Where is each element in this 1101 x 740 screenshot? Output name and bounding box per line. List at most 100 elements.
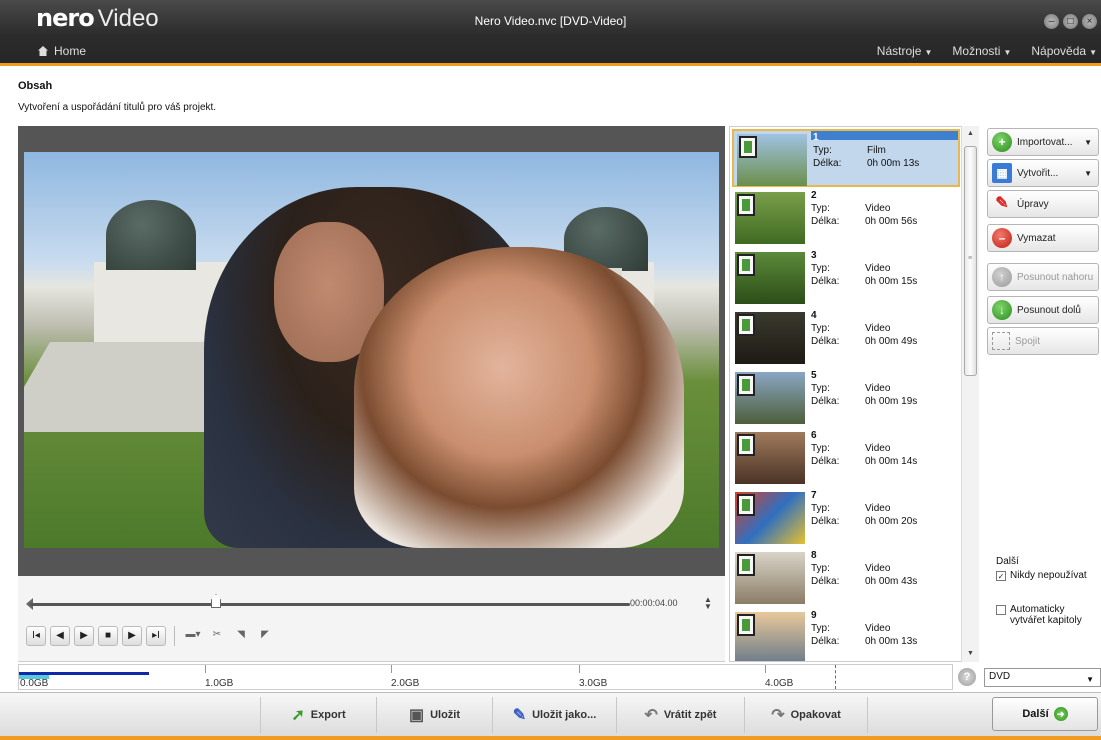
capacity-label: 4.0GB [765, 678, 794, 689]
list-item[interactable]: 6 Typ: Video Délka: 0h 00m 14s [732, 429, 960, 487]
list-item[interactable]: 2 Typ: Video Délka: 0h 00m 56s [732, 189, 960, 247]
thumbnail [735, 492, 805, 544]
list-item[interactable]: 4 Typ: Video Délka: 0h 00m 49s [732, 309, 960, 367]
home-icon [38, 46, 48, 56]
capacity-label: 3.0GB [579, 678, 608, 689]
save-as-button[interactable]: ✎ Uložit jako... [492, 697, 616, 733]
list-item[interactable]: 5 Typ: Video Délka: 0h 00m 19s [732, 369, 960, 427]
video-frame[interactable] [24, 152, 719, 548]
options-title: Další [996, 556, 1019, 567]
title-number: 1 [813, 132, 819, 143]
scroll-down-icon[interactable]: ▼ [962, 646, 979, 662]
list-scrollbar[interactable]: ▲ ≡ ▼ [961, 126, 979, 662]
scissors-icon[interactable]: ✂ [207, 626, 227, 646]
list-item[interactable]: 9 Typ: Video Délka: 0h 00m 13s [732, 609, 960, 661]
thumbnail [735, 312, 805, 364]
seek-handle[interactable] [211, 594, 221, 608]
list-item[interactable]: 3 Typ: Video Délka: 0h 00m 15s [732, 249, 960, 307]
title-number: 2 [811, 190, 817, 201]
marker-out-icon[interactable]: ◤ [255, 626, 275, 646]
checkbox-icon[interactable]: ✓ [996, 571, 1006, 581]
length-label: Délka: [811, 276, 840, 287]
go-to-end-icon[interactable]: ▸I [146, 626, 166, 646]
step-back-icon[interactable]: ◀ [50, 626, 70, 646]
move-up-button[interactable]: ↑ Posunout nahoru [987, 263, 1099, 291]
list-item[interactable]: 8 Typ: Video Délka: 0h 00m 43s [732, 549, 960, 607]
redo-button[interactable]: ↷ Opakovat [744, 697, 868, 733]
menu-options[interactable]: Možnosti ▼ [952, 44, 1011, 58]
seek-bar[interactable] [30, 603, 630, 606]
length-value: 0h 00m 13s [865, 636, 918, 647]
stop-icon[interactable]: ■ [98, 626, 118, 646]
film-icon [737, 494, 755, 516]
length-value: 0h 00m 56s [865, 216, 918, 227]
minimize-icon[interactable]: – [1044, 14, 1059, 29]
type-label: Typ: [811, 383, 830, 394]
undo-button[interactable]: ↶ Vrátit zpět [616, 697, 744, 733]
scroll-up-icon[interactable]: ▲ [962, 126, 979, 142]
thumbnail [735, 372, 805, 424]
capacity-tick [391, 665, 392, 673]
length-value: 0h 00m 15s [865, 276, 918, 287]
play-icon[interactable]: ▶ [74, 626, 94, 646]
length-label: Délka: [811, 456, 840, 467]
disc-capacity-bar: 0.0GB 1.0GB 2.0GB 3.0GB 4.0GB [18, 664, 953, 690]
film-icon [737, 194, 755, 216]
menu-help[interactable]: Nápověda ▼ [1031, 44, 1097, 58]
merge-button[interactable]: Spojit [987, 327, 1099, 355]
pencil-icon: ✎ [995, 195, 1009, 212]
type-label: Typ: [811, 623, 830, 634]
delete-button[interactable]: – Vymazat [987, 224, 1099, 252]
close-icon[interactable]: × [1082, 14, 1097, 29]
export-button[interactable]: ➚ Export [260, 697, 376, 733]
move-down-button[interactable]: ↓ Posunout dolů [987, 296, 1099, 324]
film-icon [737, 614, 755, 636]
disc-type-select[interactable]: DVD ▼ [984, 668, 1101, 687]
type-value: Video [865, 623, 891, 634]
home-button[interactable]: Home [38, 44, 86, 58]
step-forward-icon[interactable]: ▶ [122, 626, 142, 646]
length-label: Délka: [811, 516, 840, 527]
create-button[interactable]: ▦ Vytvořit... ▼ [987, 159, 1099, 187]
length-label: Délka: [811, 336, 840, 347]
help-icon[interactable]: ? [958, 668, 976, 686]
maximize-icon[interactable]: □ [1063, 14, 1078, 29]
arrow-up-icon: ↑ [992, 267, 1012, 287]
length-value: 0h 00m 19s [865, 396, 918, 407]
page-title: Obsah [18, 80, 53, 92]
type-label: Typ: [813, 145, 832, 156]
thumbnail [735, 252, 805, 304]
clapper-icon[interactable]: ▬▾ [183, 626, 203, 646]
player-controls: 00:00:04.00 ▲ ▼ I◂ ◀ ▶ ■ ▶ ▸I ▬▾ ✂ ◥ ◤ [18, 576, 725, 662]
save-button[interactable]: ▣ Uložit [376, 697, 492, 733]
grip-icon: ≡ [968, 255, 973, 262]
scroll-thumb[interactable]: ≡ [964, 146, 977, 376]
thumbnail [735, 552, 805, 604]
save-as-icon: ✎ [512, 707, 527, 724]
import-button[interactable]: + Importovat... ▼ [987, 128, 1099, 156]
list-item[interactable]: 7 Typ: Video Délka: 0h 00m 20s [732, 489, 960, 547]
menu-tools[interactable]: Nástroje ▼ [877, 44, 933, 58]
chevron-down-icon: ▼ [1084, 169, 1092, 178]
go-to-start-icon[interactable]: I◂ [26, 626, 46, 646]
timecode-spinner[interactable]: ▲ ▼ [704, 596, 712, 611]
redo-icon: ↷ [771, 707, 785, 724]
list-item[interactable]: 1 Typ: Film Délka: 0h 00m 13s [732, 129, 960, 187]
length-label: Délka: [813, 158, 842, 169]
dome-left [106, 200, 196, 270]
marker-in-icon[interactable]: ◥ [231, 626, 251, 646]
edit-button[interactable]: ✎ Úpravy [987, 190, 1099, 218]
next-button[interactable]: Další ➜ [992, 697, 1098, 731]
thumbnail [735, 432, 805, 484]
chevron-down-icon: ▼ [1086, 675, 1094, 684]
capacity-label: 0.0GB [20, 678, 49, 689]
type-value: Film [867, 145, 886, 156]
accent-bar [0, 63, 1101, 66]
film-icon [737, 434, 755, 456]
type-value: Video [865, 323, 891, 334]
checkbox-icon[interactable] [996, 605, 1006, 615]
video-preview [18, 126, 725, 576]
woman [354, 247, 684, 548]
divider [174, 626, 175, 646]
type-value: Video [865, 263, 891, 274]
